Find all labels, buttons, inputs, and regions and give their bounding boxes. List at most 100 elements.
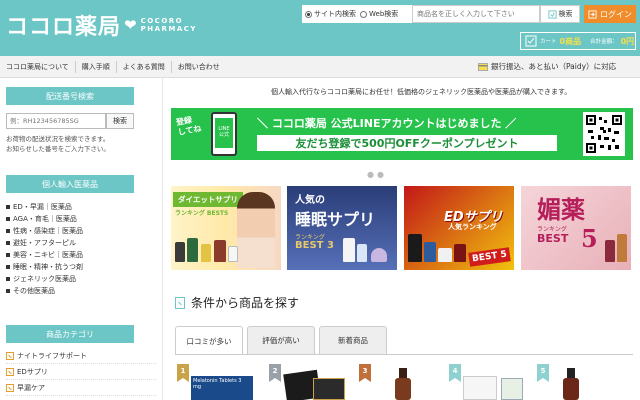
bottle-icon xyxy=(605,240,615,262)
logo-en-line1: COCORO xyxy=(140,17,184,25)
filter-section-title: 条件から商品を探す xyxy=(175,294,299,311)
tab-top-rated[interactable]: 評価が高い xyxy=(247,326,315,354)
import-medicine-list: ED・早漏｜医薬品 AGA・育毛｜医薬品 性病・感染症｜医薬品 避妊・アフターピ… xyxy=(6,201,156,297)
promo-aphro-best: BEST xyxy=(537,232,569,245)
radio-web-search[interactable]: Web検索 xyxy=(360,9,398,19)
product-card[interactable]: 3 xyxy=(359,364,441,400)
tab-new-arrivals[interactable]: 新着商品 xyxy=(319,326,387,354)
promo-ed-subtitle: 人気ランキング xyxy=(448,223,497,231)
site-header: ココロ薬局 ❤ COCORO PHARMACY サイト内検索 Web検索 検索 … xyxy=(0,0,640,56)
payment-notice-text: 銀行振込、あと払い（Paidy）に対応 xyxy=(491,62,617,71)
site-logo[interactable]: ココロ薬局 ❤ COCORO PHARMACY xyxy=(6,10,197,40)
filter-section-label: 条件から商品を探す xyxy=(191,296,300,310)
bank-card-icon xyxy=(478,62,488,71)
product-category-heading: 商品カテゴリ xyxy=(6,325,134,343)
bullet-icon xyxy=(6,205,10,209)
category-icon xyxy=(6,367,14,376)
sidebar-item-label: その他医薬品 xyxy=(13,287,55,295)
sidebar-item-sleep[interactable]: 睡眠・精神・抗うつ剤 xyxy=(6,261,156,273)
promo-sleep-line1: 人気の xyxy=(295,195,325,206)
search-icon xyxy=(547,9,557,19)
nav-faq[interactable]: よくある質問 xyxy=(117,60,172,73)
nav-contact[interactable]: お問い合わせ xyxy=(172,61,226,73)
category-item-nightlife[interactable]: ナイトライフサポート xyxy=(6,348,156,364)
rank-badge: 5 xyxy=(537,364,549,382)
site-search-input[interactable] xyxy=(412,5,540,23)
login-icon xyxy=(588,9,597,19)
bottle-icon xyxy=(424,242,436,262)
bottle-icon xyxy=(201,244,211,262)
bullet-icon xyxy=(6,265,10,269)
tab-underline xyxy=(175,354,633,355)
nav-how-to-buy[interactable]: 購入手順 xyxy=(76,60,117,73)
promo-banner-diet[interactable]: ダイエットサプリ ランキング BEST5 xyxy=(171,186,281,270)
box-icon xyxy=(438,248,452,262)
bullet-icon xyxy=(6,289,10,293)
tracking-number-input[interactable] xyxy=(6,113,106,129)
radio-site-label: サイト内検索 xyxy=(314,10,356,18)
tracking-search-button[interactable]: 検索 xyxy=(106,113,134,129)
dropper-cap-icon xyxy=(567,368,575,378)
sidebar-item-generic[interactable]: ジェネリック医薬品 xyxy=(6,273,156,285)
sidebar-item-std[interactable]: 性病・感染症｜医薬品 xyxy=(6,225,156,237)
product-card[interactable]: 1 Melatonin Tablets 3 mg xyxy=(177,364,259,400)
site-search-button[interactable]: 検索 xyxy=(540,5,580,23)
radio-on-icon xyxy=(305,10,312,18)
search-doc-icon xyxy=(175,296,185,309)
sidebar-item-label: 美容・ニキビ｜医薬品 xyxy=(13,251,83,259)
sidebar-item-ed[interactable]: ED・早漏｜医薬品 xyxy=(6,201,156,213)
sidebar-item-beauty[interactable]: 美容・ニキビ｜医薬品 xyxy=(6,249,156,261)
global-nav: ココロ薬局について 購入手順 よくある質問 お問い合わせ 銀行振込、あと払い（P… xyxy=(0,56,640,78)
sidebar-item-label: ED・早漏｜医薬品 xyxy=(13,203,72,211)
heart-icon: ❤ xyxy=(124,16,137,34)
qr-code-graphic xyxy=(586,115,622,153)
login-button-label: ログイン xyxy=(600,9,632,19)
sidebar-item-label: ジェネリック医薬品 xyxy=(13,275,76,283)
nav-about[interactable]: ココロ薬局について xyxy=(0,60,76,73)
sleeping-person-image xyxy=(371,248,387,262)
sidebar-item-contraception[interactable]: 避妊・アフターピル xyxy=(6,237,156,249)
tab-most-reviews[interactable]: 口コミが多い xyxy=(175,326,243,355)
cart-summary[interactable]: カート 0商品 合計金額： 0円 xyxy=(520,32,636,50)
radio-web-label: Web検索 xyxy=(369,10,399,18)
promo-banner-aphrodisiac[interactable]: 媚薬 ランキング BEST 5 xyxy=(521,186,631,270)
product-card[interactable]: 2 xyxy=(269,364,351,400)
sidebar: 配送番号検索 検索 お荷物の配送状況を検索できます。 お知らせした番号をご入力下… xyxy=(0,78,162,400)
intro-text: 個人輸入代行ならココロ薬局にお任せ！低価格のジェネリック医薬品や医薬品が購入でき… xyxy=(271,88,572,96)
promo-banner-ed[interactable]: EDサプリ 人気ランキング BEST 5 xyxy=(404,186,514,270)
promo-diet-subtitle: ランキング BEST5 xyxy=(175,210,229,217)
line-account-banner[interactable]: 登録 してね LINE 公式 ＼ ココロ薬局 公式LINEアカウントはじめました… xyxy=(171,108,633,160)
cart-total-label: 合計金額： xyxy=(590,39,618,45)
product-card[interactable]: 5 xyxy=(537,364,619,400)
bottle-icon xyxy=(228,246,238,262)
rank-badge: 3 xyxy=(359,364,371,382)
bottle-icon xyxy=(454,244,466,262)
site-search-button-label: 検索 xyxy=(558,10,573,18)
product-image xyxy=(313,378,345,400)
sidebar-item-label: 性病・感染症｜医薬品 xyxy=(13,227,83,235)
radio-off-icon xyxy=(360,10,367,18)
logo-text-en: COCORO PHARMACY xyxy=(141,17,197,33)
category-item-premature[interactable]: 早漏ケア xyxy=(6,380,156,396)
radio-site-search[interactable]: サイト内検索 xyxy=(305,9,356,19)
product-category-list: ナイトライフサポート EDサプリ 早漏ケア xyxy=(6,348,156,396)
promo-ed-badge: BEST 5 xyxy=(468,247,511,267)
model-image xyxy=(237,192,275,268)
product-card[interactable]: 4 xyxy=(449,364,531,400)
bottle-icon xyxy=(343,238,355,262)
promo-sleep-title: 睡眠サプリ xyxy=(295,210,376,229)
promo-banner-sleep[interactable]: 人気の 睡眠サプリ ランキング BEST 3 xyxy=(287,186,397,270)
category-item-label: ナイトライフサポート xyxy=(17,351,87,360)
rank-badge: 4 xyxy=(449,364,461,382)
carousel-dots[interactable]: ●● xyxy=(367,170,387,179)
sidebar-item-other[interactable]: その他医薬品 xyxy=(6,285,156,297)
sidebar-item-aga[interactable]: AGA・育毛｜医薬品 xyxy=(6,213,156,225)
logo-en-line2: PHARMACY xyxy=(140,25,197,33)
login-button[interactable]: ログイン xyxy=(584,5,636,23)
rank-badge: 2 xyxy=(269,364,281,382)
rank-badge: 1 xyxy=(177,364,189,382)
logo-text-jp: ココロ薬局 xyxy=(6,15,122,40)
payment-notice[interactable]: 銀行振込、あと払い（Paidy）に対応 xyxy=(478,61,616,72)
product-label: Melatonin Tablets 3 mg xyxy=(193,378,242,390)
category-item-ed-supplement[interactable]: EDサプリ xyxy=(6,364,156,380)
